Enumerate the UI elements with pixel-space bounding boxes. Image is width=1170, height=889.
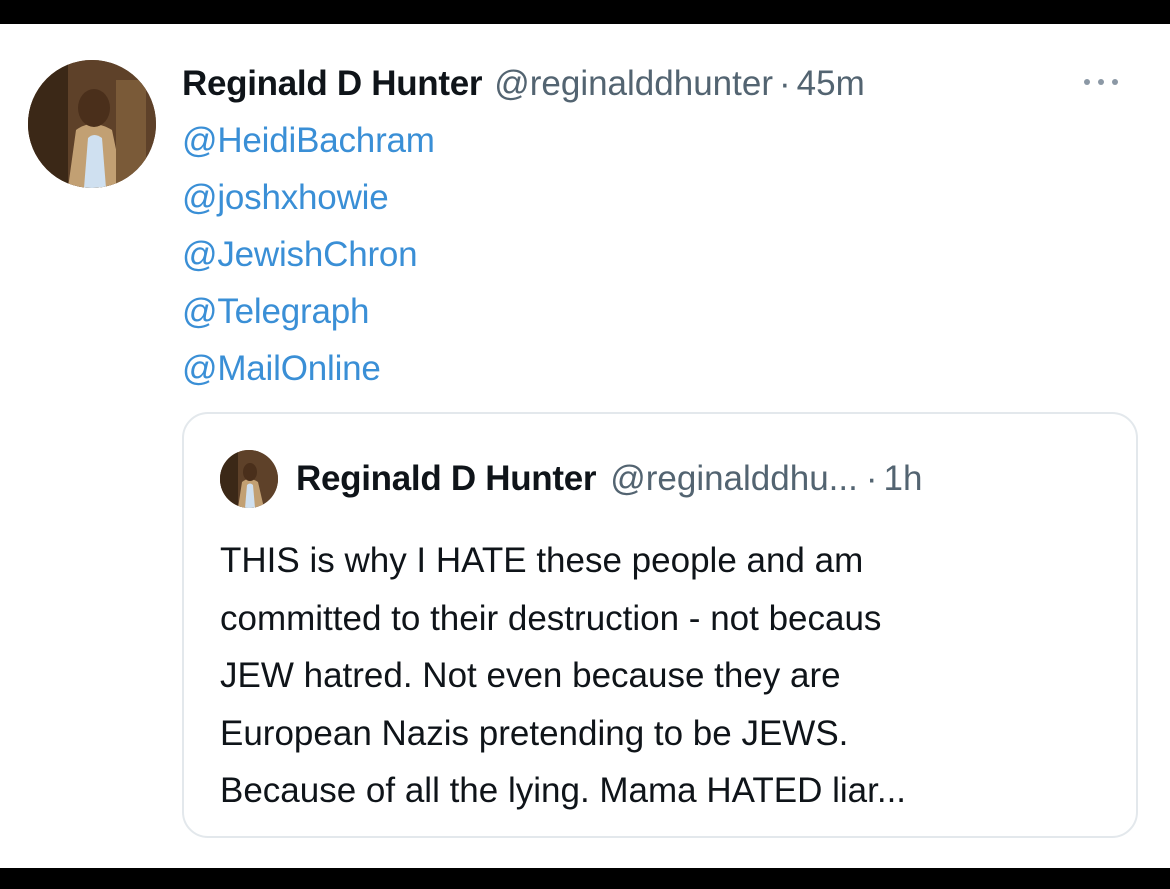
mention-list: @HeidiBachram @joshxhowie @JewishChron @… xyxy=(182,112,435,397)
more-horizontal-icon xyxy=(1084,79,1118,85)
avatar-photo-icon xyxy=(28,60,156,188)
quoted-text-line: THIS is why I HATE these people and am xyxy=(220,541,864,580)
tweet-card: Reginald D Hunter @reginalddhunter · 45m… xyxy=(0,24,1170,868)
bottom-black-bar xyxy=(0,868,1170,889)
quoted-tweet[interactable]: Reginald D Hunter @reginalddhu... · 1h T… xyxy=(182,412,1138,838)
quoted-author-name[interactable]: Reginald D Hunter xyxy=(296,459,597,499)
mention-link[interactable]: @MailOnline xyxy=(182,340,435,397)
quoted-tweet-text: THIS is why I HATE these people and am c… xyxy=(220,532,1120,820)
top-black-bar xyxy=(0,0,1170,24)
separator-dot: · xyxy=(778,64,791,103)
separator-dot: · xyxy=(865,459,878,498)
quoted-author-avatar[interactable] xyxy=(220,450,278,508)
quoted-text-line: European Nazis pretending to be JEWS. xyxy=(220,713,849,753)
mention-link[interactable]: @joshxhowie xyxy=(182,169,435,226)
quoted-tweet-timestamp[interactable]: 1h xyxy=(884,459,923,499)
author-avatar[interactable] xyxy=(28,60,156,188)
tweet-timestamp[interactable]: 45m xyxy=(797,64,865,104)
tweet-header: Reginald D Hunter @reginalddhunter · 45m xyxy=(182,62,865,106)
quoted-text-line: Because of all the lying. Mama HATED lia… xyxy=(220,771,907,810)
author-name[interactable]: Reginald D Hunter xyxy=(182,64,483,104)
quoted-text-line: JEW hatred. Not even because they are xyxy=(220,656,841,695)
mention-link[interactable]: @Telegraph xyxy=(182,283,435,340)
mention-link[interactable]: @HeidiBachram xyxy=(182,112,435,169)
more-options-button[interactable] xyxy=(1084,68,1140,96)
author-handle[interactable]: @reginalddhunter xyxy=(494,64,773,104)
mention-link[interactable]: @JewishChron xyxy=(182,226,435,283)
avatar-photo-icon xyxy=(220,450,278,508)
quoted-tweet-header: Reginald D Hunter @reginalddhu... · 1h xyxy=(296,456,922,502)
quoted-text-line: committed to their destruction - not bec… xyxy=(220,598,882,638)
quoted-author-handle[interactable]: @reginalddhu... xyxy=(610,459,858,499)
